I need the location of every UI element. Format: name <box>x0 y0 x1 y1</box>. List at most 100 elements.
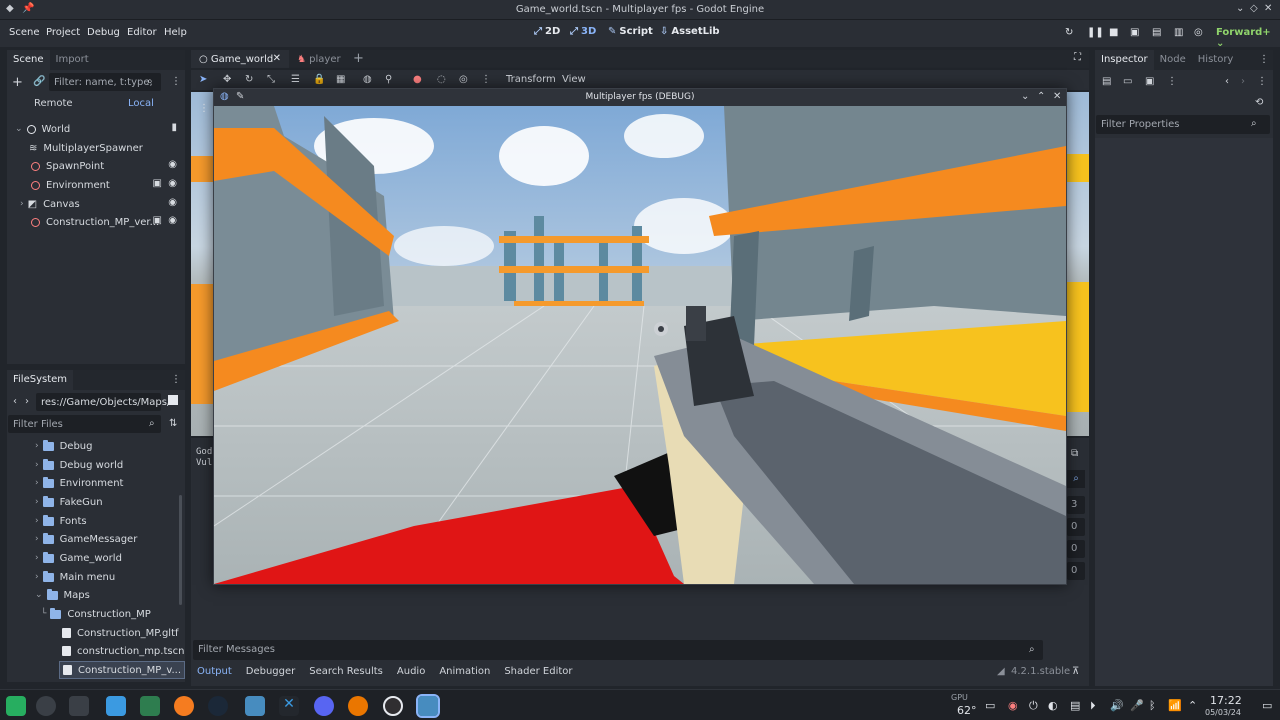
show-desktop-icon[interactable]: ▭ <box>1262 699 1272 712</box>
fs-item-fakegun[interactable]: › FakeGun <box>35 493 103 511</box>
sort-icon[interactable]: ⇅ <box>169 418 177 429</box>
fs-item-construction-mp[interactable]: └ Construction_MP <box>41 605 151 623</box>
tab-node[interactable]: Node <box>1154 50 1192 70</box>
distraction-free-icon[interactable]: ⛶ <box>1074 52 1081 63</box>
select-tool-icon[interactable]: ➤ <box>199 74 207 85</box>
fs-item-construction-selected[interactable]: Construction_MP_v... <box>59 661 186 679</box>
movie-maker-icon[interactable]: ◎ <box>1194 27 1203 38</box>
view-toggle-icon[interactable] <box>168 395 178 405</box>
volume-icon[interactable]: 🔊 <box>1110 699 1124 712</box>
new-resource-icon[interactable]: ▤ <box>1102 76 1111 87</box>
mode-2d-button[interactable]: ⤢ 2D <box>534 26 560 37</box>
fs-item-construction-tscn[interactable]: construction_mp.tscn <box>62 642 184 660</box>
mode-3d-button[interactable]: ⤢ 3D <box>570 26 596 37</box>
warning-count[interactable]: 0 <box>1067 518 1085 536</box>
reload-icon[interactable]: ↻ <box>1065 27 1073 38</box>
scene-filter-input[interactable]: Filter: name, t:type, <box>49 73 161 91</box>
editor-app-icon[interactable] <box>140 696 160 716</box>
file-manager-icon[interactable] <box>106 696 126 716</box>
fs-item-maps[interactable]: ⌄ Maps <box>35 586 90 604</box>
group-icon[interactable]: ▦ <box>336 74 345 85</box>
game-scene[interactable] <box>214 106 1066 584</box>
tab-debugger[interactable]: Debugger <box>246 666 296 677</box>
tree-node-construction[interactable]: Construction_MP_ver... <box>31 213 159 231</box>
clipboard-icon[interactable]: ▤ <box>1070 699 1080 712</box>
message-count[interactable]: 0 <box>1067 540 1085 558</box>
mode-assetlib-button[interactable]: ⇩ AssetLib <box>660 26 720 37</box>
monitor-icon[interactable]: ▭ <box>985 699 995 712</box>
tree-node-environment[interactable]: Environment <box>31 176 110 194</box>
tree-node-canvas[interactable]: › ◩ Canvas <box>20 195 80 213</box>
move-tool-icon[interactable]: ✥ <box>223 74 231 85</box>
environment-icon[interactable]: ◌ <box>437 74 446 85</box>
visibility-eye-icon[interactable]: ◉ <box>168 215 177 226</box>
terminal-icon[interactable] <box>69 696 89 716</box>
tab-player[interactable]: ♞ player <box>297 54 341 65</box>
viewport-menu-icon[interactable]: ⋮ <box>199 103 209 114</box>
steam-icon[interactable] <box>208 696 228 716</box>
blender-icon[interactable] <box>348 696 368 716</box>
tab-shader-editor[interactable]: Shader Editor <box>504 666 572 677</box>
script-attached-icon[interactable]: ▮ <box>171 122 177 133</box>
manjaro-menu-icon[interactable] <box>6 696 26 716</box>
stop-icon[interactable]: ■ <box>1109 27 1118 38</box>
play-scene-icon[interactable]: ▤ <box>1152 27 1161 38</box>
settings-app-icon[interactable] <box>36 696 56 716</box>
globe-icon[interactable]: ◎ <box>459 74 468 85</box>
fs-item-gamemessager[interactable]: › GameMessager <box>35 530 137 548</box>
obs-icon[interactable] <box>383 696 403 716</box>
error-count[interactable]: 3 <box>1067 496 1085 514</box>
maximize-icon[interactable]: ◇ <box>1250 3 1258 14</box>
back-icon[interactable]: ‹ <box>13 396 17 407</box>
scene-instance-icon[interactable]: ▣ <box>153 215 162 226</box>
fs-item-debug-world[interactable]: › Debug world <box>35 456 123 474</box>
fs-item-main-menu[interactable]: › Main menu <box>35 568 115 586</box>
snap-icon[interactable]: ⚲ <box>385 74 392 85</box>
history-back-icon[interactable]: ‹ <box>1225 76 1229 87</box>
path-input[interactable]: res://Game/Objects/Maps/ <box>36 393 170 411</box>
remote-debug-icon[interactable]: ▣ <box>1130 27 1139 38</box>
tab-import[interactable]: Import <box>50 50 95 70</box>
tab-filesystem[interactable]: FileSystem <box>7 370 74 390</box>
media-icon[interactable]: ⏵ <box>1090 699 1096 713</box>
open-folder-icon[interactable]: ▭ <box>1123 76 1132 87</box>
vscode-icon[interactable]: ✕ <box>279 696 299 716</box>
close-icon[interactable]: ✕ <box>1264 3 1272 14</box>
link-icon[interactable]: 🔗 <box>33 76 45 87</box>
tree-node-world[interactable]: ⌄ World <box>15 120 70 138</box>
scale-tool-icon[interactable]: ⤡ <box>267 74 275 85</box>
godot-icon[interactable] <box>245 696 265 716</box>
kebab-menu-icon[interactable]: ⋮ <box>171 374 181 385</box>
list-tool-icon[interactable]: ☰ <box>291 74 300 85</box>
fs-item-construction-gltf[interactable]: Construction_MP.gltf <box>62 624 179 642</box>
microphone-icon[interactable]: 🎤 <box>1130 699 1144 712</box>
minimize-icon[interactable]: ⌄ <box>1236 3 1244 14</box>
transform-menu[interactable]: Transform <box>506 74 556 85</box>
visibility-eye-icon[interactable]: ◉ <box>168 159 177 170</box>
play-custom-icon[interactable]: ▥ <box>1174 27 1183 38</box>
renderer-select[interactable]: Forward+ ⌄ <box>1216 27 1280 49</box>
godot-active-icon[interactable] <box>416 694 440 718</box>
firefox-icon[interactable] <box>174 696 194 716</box>
local-tab[interactable]: Local <box>128 98 154 109</box>
add-tab-icon[interactable]: + <box>353 51 364 66</box>
local-space-icon[interactable]: ◍ <box>363 74 372 85</box>
tab-game-world[interactable]: ○ Game_world ✕ <box>191 50 289 68</box>
fs-item-debug[interactable]: › Debug <box>35 437 93 455</box>
tree-node-multiplayerspawner[interactable]: ≋ MultiplayerSpawner <box>29 139 143 157</box>
maximize-icon[interactable]: ⌃ <box>1037 91 1045 102</box>
clock-time[interactable]: 17:22 <box>1210 694 1242 707</box>
menu-scene[interactable]: Scene <box>9 27 40 38</box>
remote-tab[interactable]: Remote <box>34 98 73 109</box>
sun-icon[interactable]: ● <box>413 74 422 85</box>
tab-animation[interactable]: Animation <box>439 666 490 677</box>
filter-properties-input[interactable]: Filter Properties <box>1096 115 1270 134</box>
mode-script-button[interactable]: ✎ Script <box>608 26 653 37</box>
tree-node-spawnpoint[interactable]: SpawnPoint <box>31 157 104 175</box>
tab-inspector[interactable]: Inspector <box>1095 50 1154 70</box>
more-icon[interactable]: ⋮ <box>1167 76 1177 87</box>
chevron-right-icon[interactable]: › <box>20 199 24 209</box>
network-icon[interactable]: 📶 <box>1168 699 1182 712</box>
bluetooth-icon[interactable]: ᛒ <box>1149 699 1156 712</box>
menu-editor[interactable]: Editor <box>127 27 157 38</box>
